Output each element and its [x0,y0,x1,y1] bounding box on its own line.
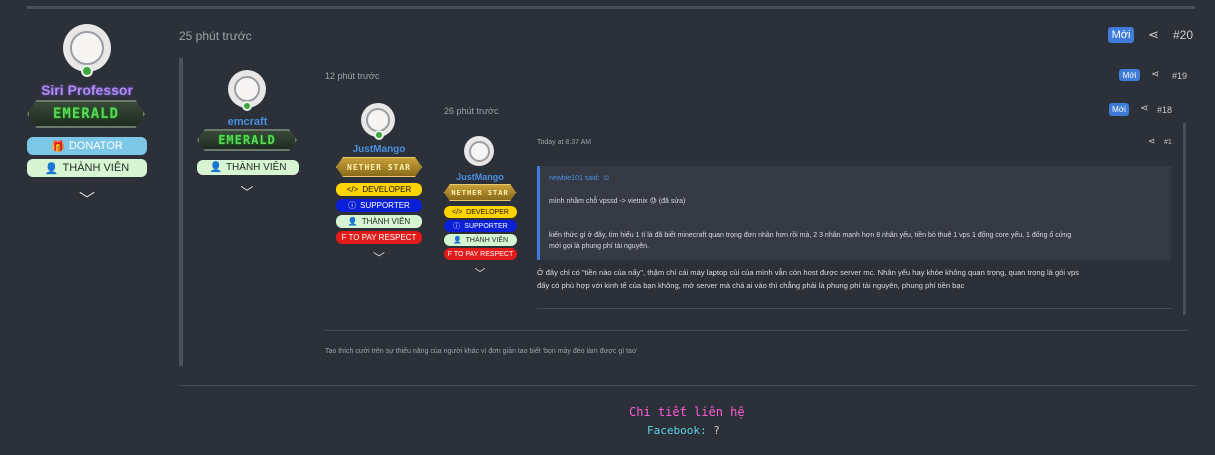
contact-facebook: Facebook: ? [647,424,720,437]
quote-author[interactable]: newbie101 said: ⊙ [549,174,609,182]
member-badge: 👤 THÀNH VIÊN [27,159,147,177]
pay-respect-badge: F TO PAY RESPECT [336,231,422,244]
gift-icon: 🎁 [51,140,65,153]
share-icon[interactable]: ⋖ [1148,27,1159,43]
post-time[interactable]: Today at 8:37 AM [537,139,591,146]
chevron-down-icon[interactable]: ﹀ [233,182,261,201]
chevron-down-icon[interactable]: ﹀ [73,186,101,210]
post-body-line: đấy có phù hợp với kinh tế của bạn không… [537,281,965,290]
chevron-down-icon[interactable]: ﹀ [365,249,393,266]
quote-line: mình nhầm chỗ vpssd -> vietnix 😓 (đã sửa… [549,198,686,205]
post-divider [537,308,1171,309]
avatar[interactable] [464,136,494,166]
developer-badge: </> DEVELOPER [336,183,422,196]
member-badge: 👤 THÀNH VIÊN [444,234,517,246]
supporter-badge: ⓘ SUPPORTER [444,220,517,232]
post-body-line: Ở đây chỉ có "tiền nào của nấy", thậm ch… [537,268,1080,277]
quote-block: newbie101 said: ⊙ mình nhầm chỗ vpssd ->… [537,166,1171,260]
post-19-author: emcraft EMERALD 👤 THÀNH VIÊN ﹀ [195,68,300,203]
post-number[interactable]: #20 [1173,28,1193,42]
post-time[interactable]: 26 phút trước [444,106,498,116]
rank-banner: EMERALD [27,100,145,128]
username[interactable]: JustMango [441,172,519,182]
info-icon: ⓘ [348,201,357,210]
user-icon: 👤 [452,237,462,244]
signature: Tao thích cười trên sự thiểu năng của ng… [325,348,638,355]
new-badge: Mới [1119,69,1140,81]
post-number[interactable]: #18 [1157,105,1172,115]
member-badge: 👤 THÀNH VIÊN [197,160,299,175]
contact-title: Chi tiết liên hệ [629,405,745,419]
username[interactable]: Siri Professor [25,82,149,98]
username[interactable]: JustMango [333,144,425,155]
chevron-down-icon[interactable]: ﹀ [466,265,494,281]
username[interactable]: emcraft [195,116,300,128]
rank-banner: NETHER STAR [444,184,516,201]
quote-line: kiến thức gì ở đây, tìm hiểu 1 tí là đã … [549,232,1072,239]
inner-quote-rail [1183,123,1186,315]
post-time[interactable]: 12 phút trước [325,71,379,81]
user-icon: 👤 [347,217,358,226]
post-number[interactable]: #19 [1172,71,1187,81]
post-time[interactable]: 25 phút trước [179,29,252,43]
share-icon[interactable]: ⋖ [1148,136,1156,147]
post-20-author: Siri Professor EMERALD 🎁 DONATOR 👤 THÀNH V… [25,22,149,212]
top-divider [27,6,1195,9]
online-status-icon [81,65,93,77]
quote-line: mới gọi là phung phí tài nguyên. [549,243,649,250]
member-badge: 👤 THÀNH VIÊN [336,215,422,228]
developer-badge: </> DEVELOPER [444,206,517,218]
online-status-icon [374,130,384,140]
nested-quote-rail [179,58,183,366]
post-1-author: JustMango NETHER STAR </> DEVELOPER ⓘ SUPP… [441,134,519,284]
post-18-author: JustMango NETHER STAR </> DEVELOPER ⓘ SUPP… [333,101,425,266]
user-icon: 👤 [44,162,59,175]
supporter-badge: ⓘ SUPPORTER [336,199,422,212]
pay-respect-badge: F TO PAY RESPECT [444,248,517,260]
new-badge: Mới [1108,27,1134,43]
post-divider [325,330,1187,331]
share-icon[interactable]: ⋖ [1140,103,1148,114]
online-status-icon [242,101,252,111]
rank-banner: NETHER STAR [336,157,422,177]
share-icon[interactable]: ⋖ [1151,69,1159,80]
code-icon: </> [452,208,463,216]
code-icon: </> [346,185,359,194]
new-badge: Mới [1109,103,1129,116]
post-number[interactable]: #1 [1164,139,1172,146]
user-icon: 👤 [209,162,222,173]
info-icon: ⓘ [453,223,461,230]
arrow-up-icon[interactable]: ⊙ [604,175,610,182]
donator-badge: 🎁 DONATOR [27,137,147,155]
rank-banner: EMERALD [197,129,297,151]
post-divider [179,385,1195,386]
